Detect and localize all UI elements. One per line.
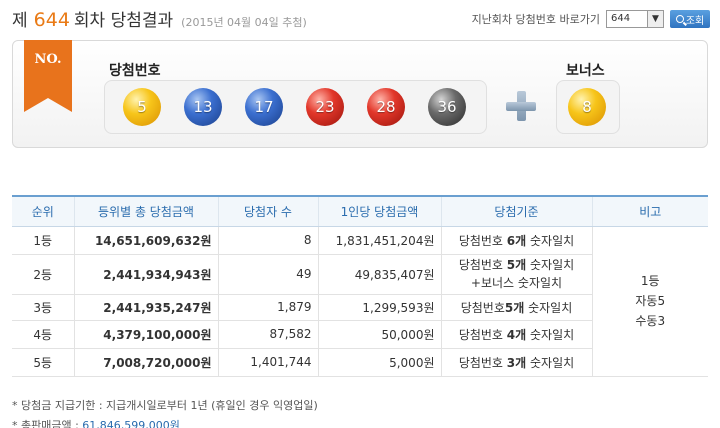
ribbon-label: NO. <box>34 52 62 67</box>
page-title: 제 644 회차 당첨결과 (2015년 04월 04일 추첨) <box>12 6 307 32</box>
rank-cell: 4등 <box>12 320 74 349</box>
prize-per-winner-cell: 1,299,593원 <box>317 294 441 321</box>
ball-3: 17 <box>245 88 283 126</box>
total-sales-note: * 총판매금액 : 61,846,599,000원 <box>12 418 318 428</box>
criteria-cell: 당첨번호 3개 숫자일치 <box>440 348 592 377</box>
criteria-text: 숫자일치 <box>524 300 573 315</box>
chevron-down-icon[interactable]: ▼ <box>647 11 663 27</box>
criteria-count: 5개 <box>504 300 525 315</box>
criteria-count: 3개 <box>506 355 527 370</box>
number-ribbon-badge: NO. <box>24 40 72 112</box>
draw-date: (2015년 04월 04일 추첨) <box>181 16 307 29</box>
col-header-criteria: 당첨기준 <box>440 195 592 227</box>
criteria-count: 6개 <box>506 233 527 248</box>
round-number: 644 <box>33 9 70 31</box>
footnotes: * 당첨금 지급기한 : 지급개시일로부터 1년 (휴일인 경우 익영업일) *… <box>12 398 318 428</box>
search-button-label: 조회 <box>685 15 705 27</box>
prize-per-winner-cell: 1,831,451,204원 <box>317 226 441 255</box>
winner-count-cell: 49 <box>217 254 318 295</box>
criteria-text: 숫자일치 <box>526 233 575 248</box>
ball-6: 36 <box>428 88 466 126</box>
payment-deadline-note: * 당첨금 지급기한 : 지급개시일로부터 1년 (휴일인 경우 익영업일) <box>12 399 318 412</box>
rank-cell: 1등 <box>12 226 74 255</box>
criteria-text: 당첨번호 <box>458 355 507 370</box>
title-prefix: 제 <box>12 11 28 31</box>
bonus-ball: 8 <box>568 88 606 126</box>
col-header-each: 1인당 당첨금액 <box>317 195 441 227</box>
criteria-count: 5개 <box>506 258 527 272</box>
rank-cell: 3등 <box>12 294 74 321</box>
prize-per-winner-cell: 50,000원 <box>317 320 441 349</box>
col-header-note: 비고 <box>591 195 708 227</box>
criteria-text: 당첨번호 <box>458 233 507 248</box>
rank-cell: 5등 <box>12 348 74 377</box>
total-sales-label: * 총판매금액 : <box>12 419 83 428</box>
criteria-text: 당첨번호 <box>458 327 507 342</box>
prize-per-winner-cell: 49,835,407원 <box>317 254 441 295</box>
prize-per-winner-cell: 5,000원 <box>317 348 441 377</box>
criteria-text: 숫자일치 <box>526 327 575 342</box>
total-prize-cell: 2,441,935,247원 <box>73 294 218 321</box>
total-prize-cell: 7,008,720,000원 <box>73 348 218 377</box>
criteria-text: 숫자일치 <box>526 355 575 370</box>
total-sales-value: 61,846,599,000원 <box>82 419 180 428</box>
round-select[interactable]: 644 ▼ <box>606 10 664 28</box>
criteria-text: 숫자일치 <box>526 258 575 272</box>
col-header-rank: 순위 <box>12 195 74 227</box>
total-prize-cell: 2,441,934,943원 <box>73 254 218 295</box>
col-header-count: 당첨자 수 <box>217 195 318 227</box>
ball-5: 28 <box>367 88 405 126</box>
criteria-cell: 당첨번호 5개 숫자일치 +보너스 숫자일치 <box>440 254 592 295</box>
criteria-text: 당첨번호 <box>458 258 507 272</box>
search-icon <box>675 15 684 23</box>
previous-round-navigator: 지난회차 당첨번호 바로가기 644 ▼ 조회 <box>472 10 710 28</box>
search-button[interactable]: 조회 <box>670 10 710 28</box>
winner-count-cell: 87,582 <box>217 320 318 349</box>
criteria-text: 당첨번호 <box>460 300 505 315</box>
rank-cell: 2등 <box>12 254 74 295</box>
total-prize-cell: 4,379,100,000원 <box>73 320 218 349</box>
note-line: 자동5 <box>635 294 666 308</box>
total-prize-cell: 14,651,609,632원 <box>73 226 218 255</box>
winner-count-cell: 1,879 <box>217 294 318 321</box>
criteria-cell: 당첨번호 6개 숫자일치 <box>440 226 592 255</box>
ball-2: 13 <box>184 88 222 126</box>
criteria-cell: 당첨번호 4개 숫자일치 <box>440 320 592 349</box>
table-header-row: 순위 등위별 총 당첨금액 당첨자 수 1인당 당첨금액 당첨기준 비고 <box>12 195 708 227</box>
winning-numbers-label: 당첨번호 <box>109 63 161 79</box>
plus-icon <box>506 91 536 121</box>
table-row: 1등 14,651,609,632원 8 1,831,451,204원 당첨번호… <box>12 226 708 377</box>
winner-count-cell: 8 <box>217 226 318 255</box>
bonus-number-label: 보너스 <box>566 63 605 79</box>
prize-results-table: 순위 등위별 총 당첨금액 당첨자 수 1인당 당첨금액 당첨기준 비고 1등 … <box>12 195 708 377</box>
criteria-count: 4개 <box>506 327 527 342</box>
ball-1: 5 <box>123 88 161 126</box>
criteria-bonus-text: +보너스 숫자일치 <box>470 276 563 290</box>
title-suffix: 회차 당첨결과 <box>73 11 174 31</box>
note-cell: 1등 자동5 수동3 <box>591 226 708 377</box>
col-header-total: 등위별 총 당첨금액 <box>73 195 218 227</box>
winner-count-cell: 1,401,744 <box>217 348 318 377</box>
criteria-cell: 당첨번호5개 숫자일치 <box>440 294 592 321</box>
note-line: 수동3 <box>635 314 666 328</box>
ball-4: 23 <box>306 88 344 126</box>
note-line: 1등 <box>640 274 660 288</box>
round-select-value: 644 <box>611 13 631 24</box>
previous-round-label: 지난회차 당첨번호 바로가기 <box>471 13 600 26</box>
